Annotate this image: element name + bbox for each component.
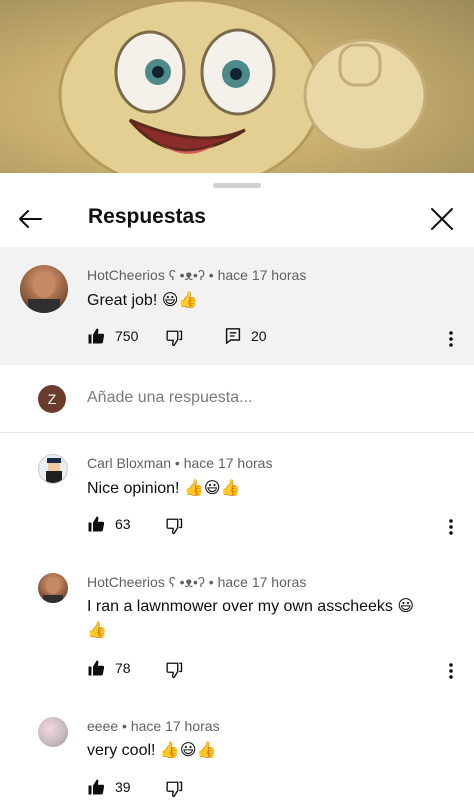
like-count: 39: [115, 779, 131, 795]
drag-handle[interactable]: [213, 183, 261, 188]
comment-time: hace 17 horas: [217, 267, 307, 283]
avatar[interactable]: [38, 454, 68, 484]
like-button[interactable]: 78: [87, 659, 131, 677]
separator-dot: •: [208, 267, 214, 283]
author-name[interactable]: eeee: [87, 718, 118, 734]
comment-text: very cool! 👍😃👍: [87, 742, 217, 759]
avatar-image: [28, 272, 60, 313]
comment-time: hace 17 horas: [183, 455, 273, 471]
dislike-button[interactable]: [165, 329, 183, 347]
more-options-button[interactable]: [441, 659, 461, 683]
comment-text: I ran a lawnmower over my own asscheeks …: [87, 598, 415, 615]
user-avatar[interactable]: Z: [38, 385, 66, 413]
comment-text: Nice opinion! 👍😃👍: [87, 480, 241, 497]
close-button[interactable]: [424, 201, 460, 237]
video-player[interactable]: [0, 0, 474, 173]
comment-time: hace 17 horas: [130, 718, 220, 734]
thumbs-up-icon: [88, 779, 105, 795]
close-icon: [431, 208, 453, 230]
panel-title: Respuestas: [88, 205, 206, 228]
reply-composer: Z Añade una respuesta...: [0, 365, 474, 433]
replies-panel: Respuestas HotCheerios ʕ •ᴥ•ʔ • hace 17 …: [0, 173, 474, 804]
reply-input[interactable]: Añade una respuesta...: [87, 389, 252, 407]
comment-meta: HotCheerios ʕ •ᴥ•ʔ • hace 17 horas: [87, 574, 306, 590]
comment-meta: eeee • hace 17 horas: [87, 718, 220, 734]
separator-dot: •: [122, 718, 127, 734]
thumbs-up-icon: [88, 516, 105, 532]
like-count: 63: [115, 516, 131, 532]
thumbs-up-icon: [88, 660, 105, 676]
like-button[interactable]: 39: [87, 778, 131, 796]
more-vertical-icon: [449, 663, 453, 679]
like-button[interactable]: 750: [87, 327, 138, 345]
avatar[interactable]: [20, 265, 68, 313]
arrow-left-icon: [19, 210, 42, 228]
comment-icon: [225, 328, 241, 344]
more-options-button[interactable]: [441, 327, 461, 351]
reply-count: 20: [251, 328, 267, 344]
avatar-image: [43, 578, 63, 603]
like-button[interactable]: 63: [87, 515, 131, 533]
more-vertical-icon: [449, 519, 453, 535]
author-name[interactable]: Carl Bloxman: [87, 455, 171, 471]
like-count: 750: [115, 328, 139, 344]
more-vertical-icon: [449, 331, 453, 347]
dislike-button[interactable]: [165, 517, 183, 535]
comment-text-continued: 👍: [87, 622, 107, 639]
back-button[interactable]: [12, 201, 48, 237]
separator-dot: •: [208, 574, 214, 590]
avatar-image: [46, 458, 62, 483]
comment-meta: Carl Bloxman • hace 17 horas: [87, 455, 272, 471]
video-frame-illustration: [58, 0, 427, 173]
comment-text: Great job! 😃👍: [87, 292, 199, 309]
reply-count-button[interactable]: 20: [225, 327, 267, 345]
parent-comment: HotCheerios ʕ •ᴥ•ʔ • hace 17 horas Great…: [0, 247, 474, 365]
more-options-button[interactable]: [441, 515, 461, 539]
avatar[interactable]: [38, 717, 68, 747]
like-count: 78: [115, 660, 131, 676]
separator-dot: •: [174, 455, 180, 471]
thumbs-down-icon: [166, 781, 183, 798]
comment-time: hace 17 horas: [217, 574, 307, 590]
thumbs-down-icon: [166, 330, 183, 347]
thumbs-down-icon: [166, 518, 183, 535]
thumbs-up-icon: [88, 328, 105, 344]
avatar[interactable]: [38, 573, 68, 603]
author-name[interactable]: HotCheerios ʕ •ᴥ•ʔ: [87, 574, 205, 590]
dislike-button[interactable]: [165, 780, 183, 798]
panel-header: Respuestas: [0, 191, 474, 247]
comment-meta: HotCheerios ʕ •ᴥ•ʔ • hace 17 horas: [87, 267, 306, 283]
dislike-button[interactable]: [165, 661, 183, 679]
author-name[interactable]: HotCheerios ʕ •ᴥ•ʔ: [87, 267, 205, 283]
thumbs-down-icon: [166, 662, 183, 679]
